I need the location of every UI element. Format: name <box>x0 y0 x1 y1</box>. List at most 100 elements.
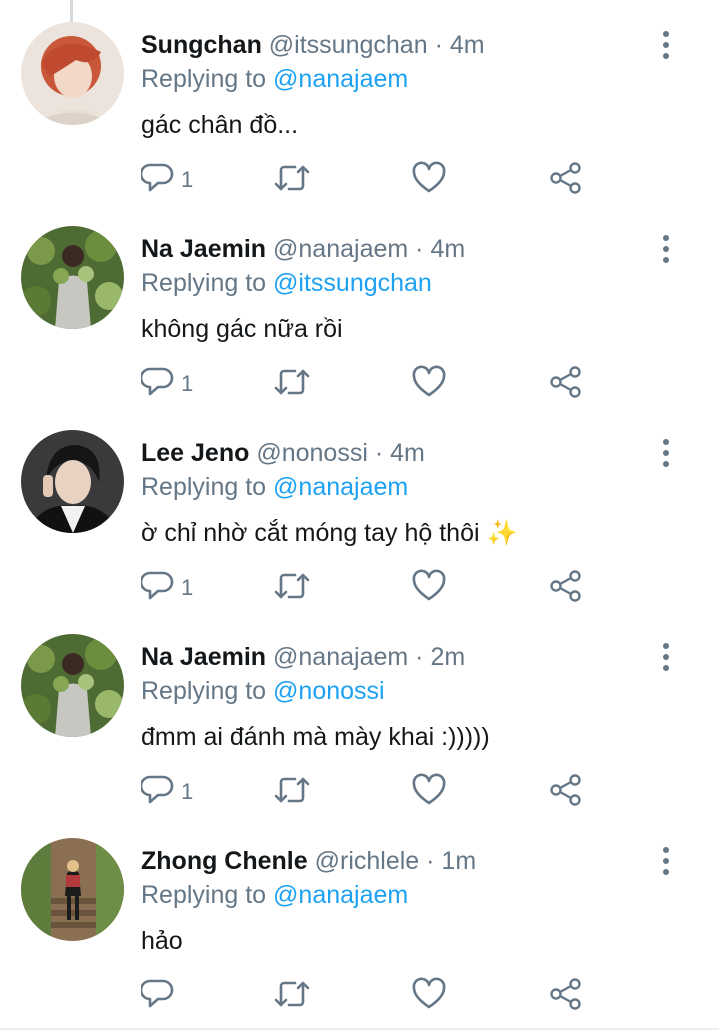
reply-button[interactable]: 1 <box>139 772 194 812</box>
display-name[interactable]: Lee Jeno <box>141 439 249 467</box>
avatar[interactable] <box>21 838 124 941</box>
reply-button[interactable]: 1 <box>139 568 194 608</box>
more-vertical-icon[interactable] <box>652 438 680 468</box>
tweet-item[interactable]: Lee Jeno @nonossi · 4m Replying to @nana… <box>0 408 719 612</box>
more-vertical-icon[interactable] <box>652 234 680 264</box>
replying-to: Replying to @itssungchan <box>141 267 432 299</box>
timestamp[interactable]: 1m <box>441 847 476 875</box>
reply-icon <box>139 773 175 812</box>
reply-button[interactable]: 1 <box>139 364 193 404</box>
like-button[interactable] <box>411 772 447 812</box>
retweet-button[interactable] <box>273 976 311 1016</box>
heart-icon <box>411 161 447 200</box>
share-icon <box>548 773 584 812</box>
timestamp[interactable]: 2m <box>430 643 465 671</box>
like-button[interactable] <box>411 160 447 200</box>
tweet-header: Lee Jeno @nonossi · 4m <box>141 437 649 469</box>
avatar[interactable] <box>21 226 124 329</box>
more-vertical-icon[interactable] <box>652 642 680 672</box>
replying-to: Replying to @nanajaem <box>141 63 408 95</box>
retweet-button[interactable] <box>273 772 311 812</box>
like-button[interactable] <box>411 364 447 404</box>
username[interactable]: @itssungchan <box>269 31 428 59</box>
tweet-header: Na Jaemin @nanajaem · 2m <box>141 641 649 673</box>
reply-count: 1 <box>181 167 194 192</box>
reply-button[interactable]: 1 <box>139 160 194 200</box>
heart-icon <box>411 365 447 404</box>
tweet-header: Na Jaemin @nanajaem · 4m <box>141 233 649 265</box>
retweet-icon <box>273 161 311 200</box>
tweet-item[interactable]: Zhong Chenle @richlele · 1m Replying to … <box>0 816 719 1020</box>
reply-button[interactable] <box>139 976 181 1016</box>
separator-dot: · <box>426 847 435 875</box>
more-vertical-icon[interactable] <box>652 846 680 876</box>
reply-icon <box>139 365 175 404</box>
avatar[interactable] <box>21 22 124 125</box>
replying-to-label: Replying to <box>141 269 274 297</box>
retweet-button[interactable] <box>273 160 311 200</box>
share-icon <box>548 977 584 1016</box>
action-bar <box>139 976 601 1016</box>
divider <box>0 1028 719 1030</box>
display-name[interactable]: Zhong Chenle <box>141 847 308 875</box>
action-bar: 1 <box>139 772 601 812</box>
reply-count: 1 <box>181 779 194 804</box>
retweet-button[interactable] <box>273 568 311 608</box>
timestamp[interactable]: 4m <box>430 235 465 263</box>
reply-count: 1 <box>181 575 194 600</box>
retweet-icon <box>273 569 311 608</box>
replying-to: Replying to @nanajaem <box>141 879 408 911</box>
retweet-icon <box>273 977 311 1016</box>
like-button[interactable] <box>411 568 447 608</box>
heart-icon <box>411 977 447 1016</box>
heart-icon <box>411 569 447 608</box>
mention-link[interactable]: @nanajaem <box>273 473 408 501</box>
username[interactable]: @richlele <box>315 847 420 875</box>
retweet-button[interactable] <box>273 364 311 404</box>
tweet-text: hảo <box>141 927 183 955</box>
reply-icon <box>139 161 175 200</box>
separator-dot: · <box>374 439 384 467</box>
share-button[interactable] <box>548 568 584 608</box>
tweet-text: không gác nữa rồi <box>141 315 343 343</box>
display-name[interactable]: Sungchan <box>141 31 262 59</box>
share-icon <box>548 161 584 200</box>
tweet-item[interactable]: Sungchan @itssungchan · 4m Replying to @… <box>0 0 719 204</box>
username[interactable]: @nanajaem <box>273 643 408 671</box>
like-button[interactable] <box>411 976 447 1016</box>
username[interactable]: @nonossi <box>256 439 368 467</box>
share-icon <box>548 569 584 608</box>
replying-to-label: Replying to <box>141 881 274 909</box>
share-button[interactable] <box>548 976 584 1016</box>
tweet-header: Zhong Chenle @richlele · 1m <box>141 845 649 877</box>
tweet-header: Sungchan @itssungchan · 4m <box>141 29 649 61</box>
timestamp[interactable]: 4m <box>390 439 425 467</box>
replying-to-label: Replying to <box>141 473 274 501</box>
sparkles-emoji: ✨ <box>486 519 518 547</box>
share-button[interactable] <box>548 364 584 404</box>
display-name[interactable]: Na Jaemin <box>141 235 266 263</box>
username[interactable]: @nanajaem <box>273 235 408 263</box>
tweet-text: gác chân đồ... <box>141 111 299 139</box>
reply-icon <box>139 977 175 1016</box>
more-vertical-icon[interactable] <box>652 30 680 60</box>
share-button[interactable] <box>548 160 584 200</box>
action-bar: 1 <box>139 160 601 200</box>
mention-link[interactable]: @nonossi <box>273 677 385 705</box>
display-name[interactable]: Na Jaemin <box>141 643 266 671</box>
separator-dot: · <box>415 235 424 263</box>
replying-to-label: Replying to <box>141 677 274 705</box>
heart-icon <box>411 773 447 812</box>
mention-link[interactable]: @nanajaem <box>273 65 408 93</box>
tweet-item[interactable]: Na Jaemin @nanajaem · 4m Replying to @it… <box>0 204 719 408</box>
retweet-icon <box>273 773 311 812</box>
avatar[interactable] <box>21 634 124 737</box>
reply-icon <box>139 569 175 608</box>
share-button[interactable] <box>548 772 584 812</box>
tweet-item[interactable]: Na Jaemin @nanajaem · 2m Replying to @no… <box>0 612 719 816</box>
mention-link[interactable]: @itssungchan <box>273 269 432 297</box>
avatar[interactable] <box>21 430 124 533</box>
tweet-text-content: ờ chỉ nhờ cắt móng tay hộ thôi <box>141 519 480 547</box>
mention-link[interactable]: @nanajaem <box>273 881 408 909</box>
timestamp[interactable]: 4m <box>450 31 485 59</box>
